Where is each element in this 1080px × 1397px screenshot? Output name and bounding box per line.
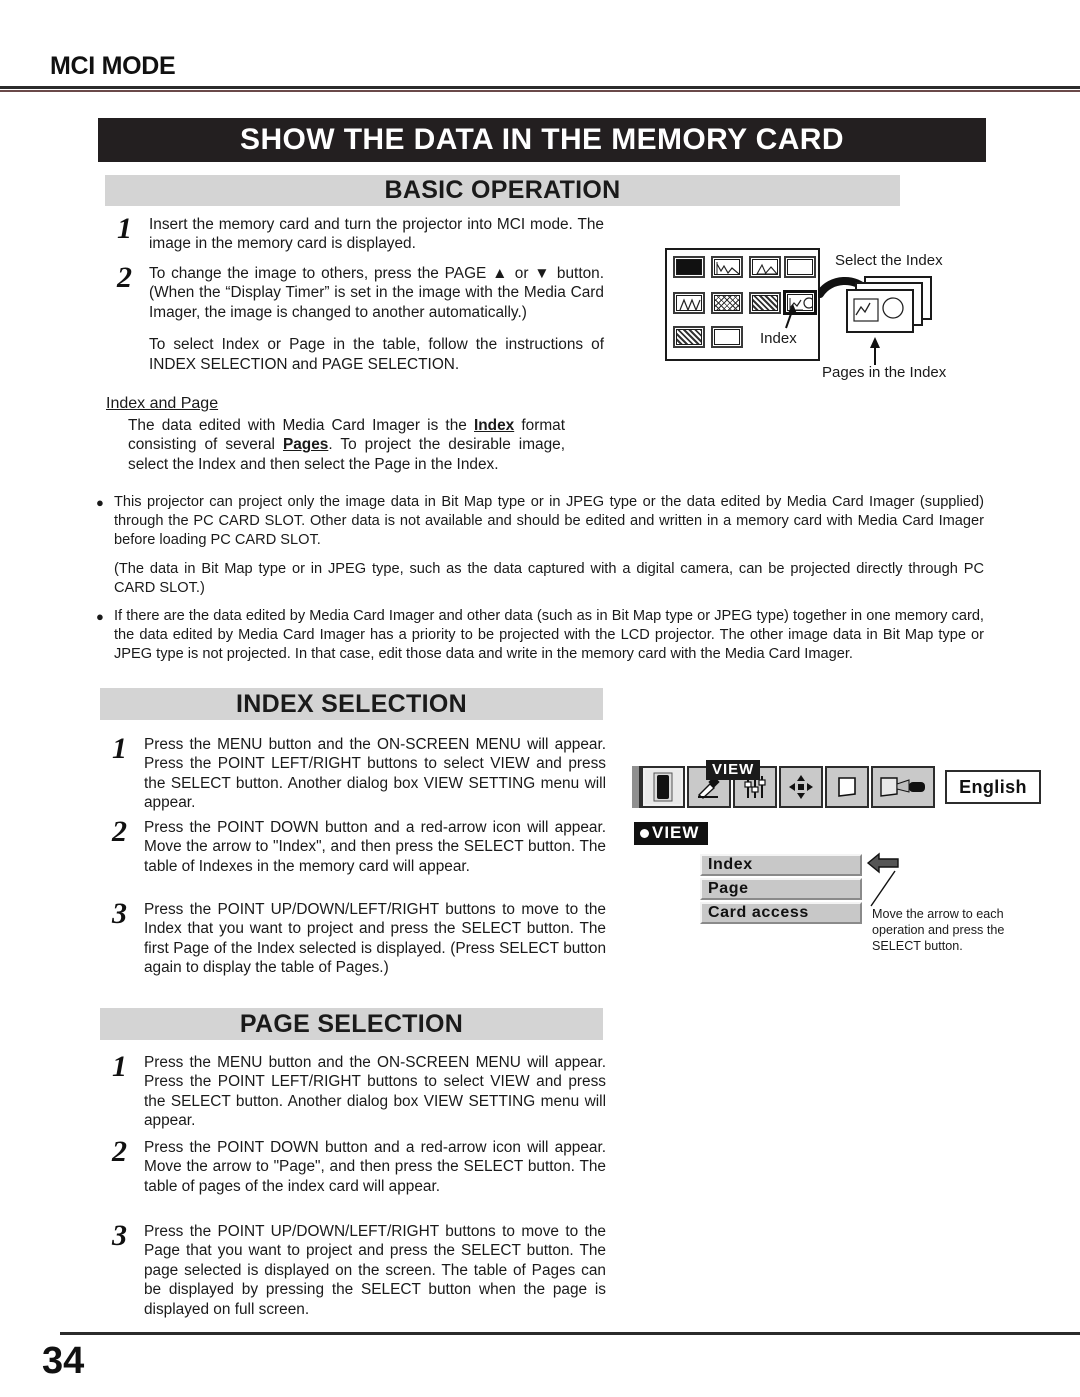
subsection-index-and-page-body: The data edited with Media Card Imager i… bbox=[128, 416, 565, 474]
basic-note-bullet-1-text: This projector can project only the imag… bbox=[114, 494, 984, 549]
page-number: 34 bbox=[42, 1340, 85, 1382]
thumbnail-2 bbox=[711, 256, 743, 278]
language-value[interactable]: English bbox=[945, 770, 1041, 804]
projector-screen-icon[interactable] bbox=[871, 766, 935, 808]
pages-leader-line bbox=[870, 337, 880, 365]
basic-note-bullet-2-text: If there are the data edited by Media Ca… bbox=[114, 608, 984, 663]
section-header-index-selection: INDEX SELECTION bbox=[100, 688, 603, 720]
index-step-1-number: 1 bbox=[112, 732, 127, 765]
basic-step-1: 1 Insert the memory card and turn the pr… bbox=[105, 212, 610, 254]
section-header-page-selection: PAGE SELECTION bbox=[100, 1008, 603, 1040]
osd-menu-bar: English bbox=[632, 766, 1041, 808]
page-step-1-text: Press the MENU button and the ON-SCREEN … bbox=[144, 1054, 606, 1130]
index-step-2-text: Press the POINT DOWN button and a red-ar… bbox=[144, 819, 606, 875]
section-header-basic-operation: BASIC OPERATION bbox=[105, 175, 900, 206]
page-step-2: 2 Press the POINT DOWN button and a red-… bbox=[100, 1135, 612, 1196]
four-way-arrows-icon[interactable] bbox=[779, 766, 823, 808]
header-rule-accent bbox=[0, 90, 1080, 92]
annotation-leader-line bbox=[870, 870, 896, 907]
header-rule-primary bbox=[0, 86, 1080, 89]
ipbody-bold-index: Index bbox=[474, 417, 515, 434]
index-step-1-text: Press the MENU button and the ON-SCREEN … bbox=[144, 736, 606, 812]
view-dialog-badge: VIEW bbox=[634, 822, 709, 845]
basic-step-1-number: 1 bbox=[117, 212, 132, 245]
index-leader-line bbox=[785, 304, 797, 329]
footer-rule bbox=[60, 1332, 1080, 1335]
basic-note-bullet-1: ● This projector can project only the im… bbox=[96, 493, 984, 551]
basic-step-2: 2 To change the image to others, press t… bbox=[105, 261, 610, 374]
line-chart-icon bbox=[716, 262, 739, 274]
index-step-3-text: Press the POINT UP/DOWN/LEFT/RIGHT butto… bbox=[144, 901, 606, 977]
page-step-1-number: 1 bbox=[112, 1050, 127, 1083]
page-mode-label: MCI MODE bbox=[50, 52, 176, 80]
thumbnail-10 bbox=[711, 326, 743, 348]
thumbnail-6 bbox=[711, 292, 743, 314]
view-item-page[interactable]: Page bbox=[700, 878, 862, 900]
memory-card-icon[interactable] bbox=[641, 766, 685, 808]
wave-icon bbox=[679, 298, 701, 310]
bullet-dot-icon bbox=[640, 828, 649, 838]
thumbnail-9 bbox=[673, 326, 705, 348]
bullet-dot-icon: ● bbox=[96, 495, 104, 510]
page-step-3-number: 3 bbox=[112, 1219, 127, 1252]
basic-note-parenthetical: (The data in Bit Map type or in JPEG typ… bbox=[114, 560, 984, 596]
index-step-2-number: 2 bbox=[112, 815, 127, 848]
index-step-3: 3 Press the POINT UP/DOWN/LEFT/RIGHT but… bbox=[100, 897, 612, 978]
view-item-card-access[interactable]: Card access bbox=[700, 902, 862, 924]
bullet-dot-icon: ● bbox=[96, 609, 104, 625]
thumbnail-4 bbox=[784, 256, 816, 278]
mountain-icon bbox=[756, 263, 777, 274]
page-step-3: 3 Press the POINT UP/DOWN/LEFT/RIGHT but… bbox=[100, 1219, 612, 1319]
subsection-index-and-page: Index and Page bbox=[106, 395, 219, 412]
page-title: SHOW THE DATA IN THE MEMORY CARD bbox=[98, 118, 986, 162]
ipbody-1: The data edited with Media Card Imager i… bbox=[128, 417, 474, 434]
page-step-3-text: Press the POINT UP/DOWN/LEFT/RIGHT butto… bbox=[144, 1223, 606, 1318]
page-step-2-text: Press the POINT DOWN button and a red-ar… bbox=[144, 1139, 606, 1195]
basic-step-2-text: To change the image to others, press the… bbox=[149, 265, 604, 321]
basic-notes: ● This projector can project only the im… bbox=[96, 493, 984, 665]
basic-step-2-number: 2 bbox=[117, 261, 132, 294]
view-dialog-badge-label: VIEW bbox=[652, 823, 700, 842]
view-dialog-list: Index Page Card access bbox=[700, 854, 862, 926]
index-selection-diagram: Select the Index Index Pages in the Inde… bbox=[650, 240, 1050, 390]
osd-view-tag: VIEW bbox=[706, 760, 761, 780]
ipbody-bold-pages: Pages bbox=[282, 436, 329, 454]
thumbnail-5 bbox=[673, 292, 705, 314]
thumbnail-1 bbox=[673, 256, 705, 278]
basic-note-bullet-2: ● If there are the data edited by Media … bbox=[96, 607, 984, 665]
diagram-label-index: Index bbox=[760, 330, 797, 347]
screen-icon[interactable] bbox=[825, 766, 869, 808]
page-front bbox=[846, 289, 914, 333]
index-step-3-number: 3 bbox=[112, 897, 127, 930]
page-step-2-number: 2 bbox=[112, 1135, 127, 1168]
osd-menu-left-edge bbox=[632, 766, 641, 808]
page-step-1: 1 Press the MENU button and the ON-SCREE… bbox=[100, 1050, 612, 1131]
diagram-label-select-index: Select the Index bbox=[835, 252, 943, 269]
index-step-1: 1 Press the MENU button and the ON-SCREE… bbox=[100, 732, 612, 813]
page-content-icon bbox=[853, 297, 904, 322]
basic-step-1-text: Insert the memory card and turn the proj… bbox=[149, 216, 604, 253]
diagram-label-pages: Pages in the Index bbox=[822, 364, 947, 381]
pages-stack bbox=[846, 276, 938, 336]
view-dialog-annotation: Move the arrow to each operation and pre… bbox=[872, 907, 1005, 954]
index-step-2: 2 Press the POINT DOWN button and a red-… bbox=[100, 815, 612, 876]
view-item-index[interactable]: Index bbox=[700, 854, 862, 876]
thumbnail-7 bbox=[749, 292, 781, 314]
thumbnail-3 bbox=[749, 256, 781, 278]
basic-step-2-text-2: To select Index or Page in the table, fo… bbox=[149, 336, 604, 373]
